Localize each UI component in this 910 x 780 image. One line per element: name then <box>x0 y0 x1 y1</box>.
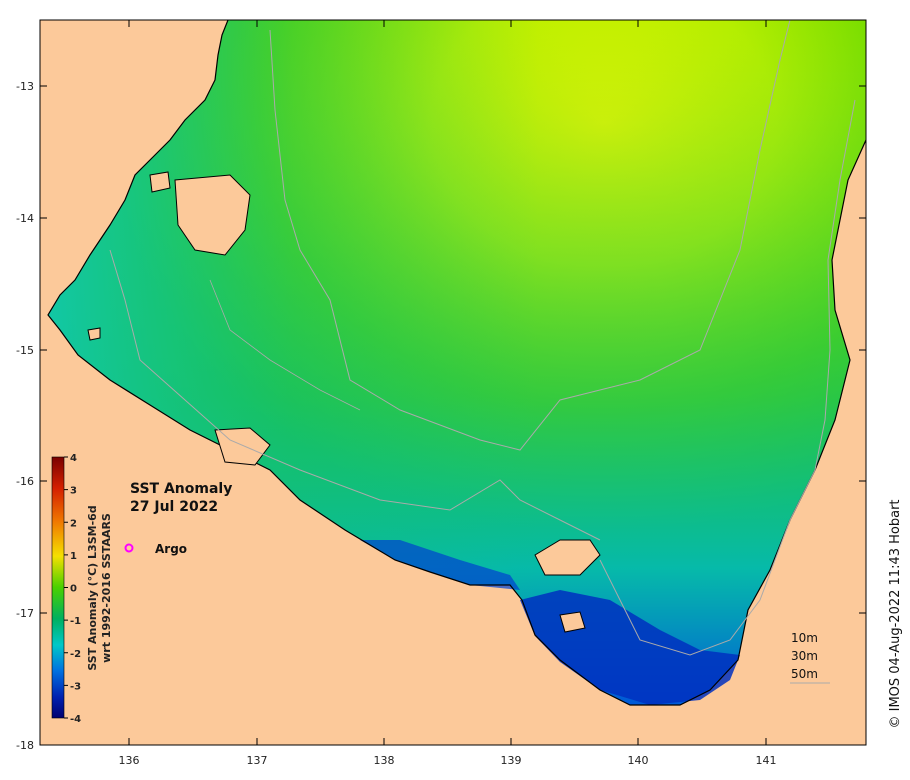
x-tick-label: 141 <box>756 754 777 767</box>
y-tick-label: -18 <box>16 739 34 752</box>
map-figure: 136 137 138 139 140 141 -13-14-15-16-17-18 SS… <box>16 19 903 767</box>
island-west-1 <box>149 171 171 193</box>
x-tick-label: 139 <box>501 754 522 767</box>
island-south <box>559 611 586 633</box>
colorbar-title: SST Anomaly (°C) L3SM-6d <box>86 505 99 670</box>
colorbar-tick-label: 2 <box>70 518 77 529</box>
y-tick-label: -15 <box>16 344 34 357</box>
x-tick-label: 140 <box>628 754 649 767</box>
argo-legend-label: Argo <box>155 542 187 556</box>
colorbar-tick-label: -1 <box>70 616 81 627</box>
colorbar-tick-label: -2 <box>70 649 81 660</box>
x-tick-label: 138 <box>374 754 395 767</box>
map-title: SST Anomaly <box>130 481 232 497</box>
colorbar-tick-label: 0 <box>70 584 77 595</box>
colorbar-tick-label: -4 <box>70 714 81 725</box>
x-tick-label: 136 <box>119 754 140 767</box>
imos-credit: © IMOS 04-Aug-2022 11:43 Hobart <box>888 499 903 728</box>
y-tick-label: -17 <box>16 607 34 620</box>
colorbar-tick-label: 4 <box>70 453 77 464</box>
isobath-label-30m: 30m <box>791 649 818 663</box>
colorbar-tick-label: 1 <box>70 551 77 562</box>
y-tick-label: -14 <box>16 212 34 225</box>
isobath-label-50m: 50m <box>791 667 818 681</box>
x-tick-label: 137 <box>247 754 268 767</box>
colorbar <box>51 456 65 719</box>
y-tick-label: -13 <box>16 80 34 93</box>
y-tick-label: -16 <box>16 475 34 488</box>
colorbar-tick-label: -3 <box>70 681 81 692</box>
isobath-label-10m: 10m <box>791 631 818 645</box>
island-west-2 <box>87 327 101 341</box>
colorbar-tick-label: 3 <box>70 486 77 497</box>
map-date: 27 Jul 2022 <box>130 499 218 515</box>
colorbar-subtitle: wrt 1992-2016 SSTAARS <box>100 513 113 663</box>
